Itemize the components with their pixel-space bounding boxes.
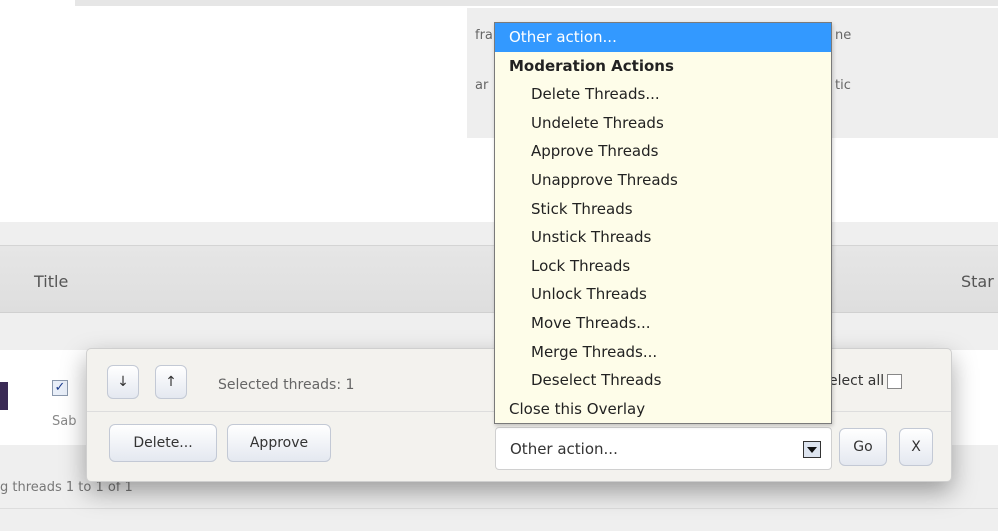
dropdown-option-unlock-threads[interactable]: Unlock Threads: [495, 280, 831, 309]
close-overlay-button[interactable]: X: [899, 428, 933, 466]
dropdown-option-delete-threads[interactable]: Delete Threads...: [495, 80, 831, 109]
approve-button[interactable]: Approve: [227, 424, 331, 462]
info-text-fragment: ne: [835, 28, 852, 43]
delete-button[interactable]: Delete...: [109, 424, 217, 462]
select-all-checkbox[interactable]: [887, 373, 903, 389]
dropdown-option-deselect-threads[interactable]: Deselect Threads: [495, 366, 831, 395]
dropdown-option-unstick-threads[interactable]: Unstick Threads: [495, 223, 831, 252]
thread-starter-name[interactable]: Sab: [52, 414, 76, 429]
dropdown-option-merge-threads[interactable]: Merge Threads...: [495, 338, 831, 367]
arrow-up-icon: ↑: [165, 374, 177, 390]
select-all-label: elect all: [829, 373, 885, 389]
move-down-button[interactable]: ↓: [107, 365, 139, 399]
moderation-action-dropdown-list[interactable]: Other action... Moderation Actions Delet…: [494, 22, 832, 424]
action-select-value: Other action...: [510, 440, 618, 458]
thread-select-checkbox[interactable]: ✓: [52, 380, 68, 396]
dropdown-group-moderation-actions: Moderation Actions: [509, 56, 674, 75]
dropdown-option-lock-threads[interactable]: Lock Threads: [495, 252, 831, 281]
chevron-down-icon[interactable]: [803, 441, 821, 458]
info-text-fragment: fra: [475, 28, 493, 43]
info-text-fragment: tic: [835, 78, 851, 93]
dropdown-option-other-action[interactable]: Other action...: [495, 23, 831, 52]
arrow-down-icon: ↓: [117, 374, 129, 390]
dropdown-option-approve-threads[interactable]: Approve Threads: [495, 137, 831, 166]
info-text-fragment: ar: [475, 78, 489, 93]
divider: [0, 508, 998, 509]
dropdown-option-close-overlay[interactable]: Close this Overlay: [495, 395, 831, 424]
selected-threads-count: Selected threads: 1: [218, 377, 355, 393]
dropdown-option-stick-threads[interactable]: Stick Threads: [495, 195, 831, 224]
dropdown-option-move-threads[interactable]: Move Threads...: [495, 309, 831, 338]
dropdown-option-unapprove-threads[interactable]: Unapprove Threads: [495, 166, 831, 195]
header-strip: [75, 0, 998, 6]
pagination-status: g threads 1 to 1 of 1: [0, 480, 133, 495]
column-header-title[interactable]: Title: [34, 272, 68, 291]
move-up-button[interactable]: ↑: [155, 365, 187, 399]
select-all-control[interactable]: elect all: [829, 373, 903, 389]
moderation-action-select[interactable]: Other action...: [495, 427, 832, 470]
dropdown-option-undelete-threads[interactable]: Undelete Threads: [495, 109, 831, 138]
column-header-start[interactable]: Star: [961, 272, 994, 291]
avatar[interactable]: [0, 382, 8, 410]
go-button[interactable]: Go: [839, 428, 887, 466]
